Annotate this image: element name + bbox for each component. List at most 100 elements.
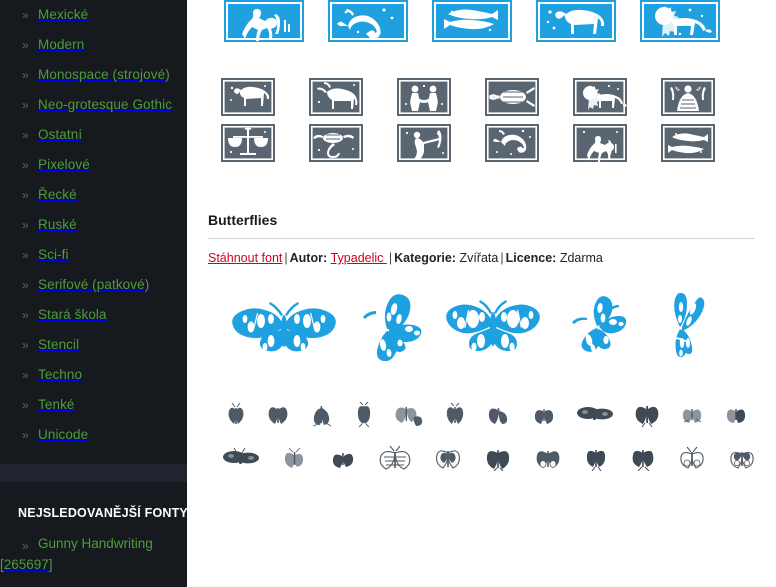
- zodiac-glyph-leo: [640, 0, 720, 42]
- sidebar-item-label: Mexické: [38, 7, 89, 22]
- meta-separator-3: |: [500, 251, 504, 265]
- butterflies-preview-small-row-1: [187, 401, 776, 427]
- meta-separator-1: |: [284, 251, 288, 265]
- butterflies-preview-small-row-2: [187, 445, 776, 471]
- sidebar-section-heading: NEJSLEDOVANĚJŠÍ FONTY: [18, 506, 187, 520]
- sidebar-item-monospace[interactable]: » Monospace (strojové): [0, 60, 187, 90]
- font-entry-title: Butterflies: [208, 212, 278, 228]
- butterfly-glyph-large-4: [559, 296, 635, 360]
- chevron-double-right-icon: »: [22, 338, 29, 352]
- sidebar-most-watched-section: NEJSLEDOVANĚJŠÍ FONTY » Gunny Handwritin…: [0, 502, 187, 575]
- butterfly-small-glyph-10: [635, 406, 659, 427]
- chevron-double-right-icon: »: [22, 308, 29, 322]
- sidebar-item-tenke[interactable]: » Tenké: [0, 390, 187, 420]
- sidebar-item-label: Sci-fi: [38, 247, 69, 262]
- butterfly-small-glyph-16: [379, 445, 411, 470]
- butterfly-small-glyph-18: [486, 450, 510, 471]
- butterfly-small-glyph-8: [534, 409, 554, 424]
- zodiac-glyph-capricorn: [328, 0, 408, 42]
- chevron-double-right-icon: »: [22, 248, 29, 262]
- butterfly-small-glyph-23: [730, 451, 754, 469]
- zodiac-small-glyph-capricorn: [485, 124, 539, 162]
- sidebar-item-neo-grotesque-gothic[interactable]: » Neo-grotesque Gothic: [0, 90, 187, 120]
- author-label: Autor:: [289, 251, 328, 265]
- zodiac-small-glyph-sagittarius: [397, 124, 451, 162]
- butterfly-small-glyph-21: [632, 450, 654, 471]
- sidebar-item-mexicke[interactable]: » Mexické: [0, 0, 187, 30]
- butterfly-glyph-large-5: [651, 293, 711, 363]
- main-content: Butterflies Stáhnout font | Autor: Typadel…: [187, 0, 776, 587]
- sidebar-item-label: Serifové (patkové): [38, 277, 150, 292]
- butterfly-glyph-large-3: [443, 297, 543, 359]
- zodiac-small-glyph-leo: [573, 78, 627, 116]
- sidebar-item-serifove[interactable]: » Serifové (patkové): [0, 270, 187, 300]
- category-label: Kategorie:: [394, 251, 456, 265]
- sidebar-most-watched-item-gunny-handwriting[interactable]: » Gunny Handwriting [265697]: [0, 536, 153, 572]
- sidebar-item-modern[interactable]: » Modern: [0, 30, 187, 60]
- license-value: Zdarma: [559, 251, 603, 265]
- zodiac-small-glyph-libra: [221, 124, 275, 162]
- sidebar-item-techno[interactable]: » Techno: [0, 360, 187, 390]
- chevron-double-right-icon: »: [22, 428, 29, 442]
- sidebar-item-ostatni[interactable]: » Ostatní: [0, 120, 187, 150]
- sidebar-item-recke[interactable]: » Řecké: [0, 180, 187, 210]
- butterfly-small-glyph-14: [284, 447, 304, 468]
- butterfly-small-glyph-6: [446, 402, 464, 424]
- sidebar-item-label: Tenké: [38, 397, 75, 412]
- butterfly-small-glyph-13: [223, 448, 259, 464]
- sidebar-item-label: Stencil: [38, 337, 80, 352]
- zodiac-small-glyph-gemini: [397, 78, 451, 116]
- chevron-double-right-icon: »: [22, 368, 29, 382]
- sidebar-item-pixelove[interactable]: » Pixelové: [0, 150, 187, 180]
- sidebar-item-sci-fi[interactable]: » Sci-fi: [0, 240, 187, 270]
- butterfly-small-glyph-19: [536, 451, 560, 468]
- butterfly-small-glyph-2: [268, 407, 288, 424]
- author-link[interactable]: Typadelic: [331, 251, 387, 265]
- butterfly-glyph-large-2: [353, 293, 427, 363]
- butterfly-small-glyph-5: [395, 407, 423, 426]
- sidebar-item-stencil[interactable]: » Stencil: [0, 330, 187, 360]
- font-entry-butterflies: Butterflies Stáhnout font | Autor: Typadel…: [187, 212, 776, 471]
- sidebar-item-ruske[interactable]: » Ruské: [0, 210, 187, 240]
- zodiac-small-glyph-cancer: [485, 78, 539, 116]
- butterfly-small-glyph-9: [577, 407, 613, 420]
- zodiac-small-glyph-taurus: [309, 78, 363, 116]
- zodiac-glyph-aries: [536, 0, 616, 42]
- license-label: Licence:: [505, 251, 557, 265]
- download-font-link[interactable]: Stáhnout font: [208, 251, 282, 265]
- sidebar: » Mexické » Modern » Monospace (strojové…: [0, 0, 187, 587]
- zodiac-preview-small-grid: [187, 42, 776, 162]
- butterfly-small-glyph-20: [586, 450, 606, 471]
- zodiac-glyph-pisces: [432, 0, 512, 42]
- font-entry-meta: Stáhnout font | Autor: Typadelic | Kategori…: [187, 239, 776, 265]
- sidebar-item-label: Pixelové: [38, 157, 90, 172]
- chevron-double-right-icon: »: [22, 218, 29, 232]
- butterfly-small-glyph-11: [682, 409, 702, 423]
- chevron-double-right-icon: »: [22, 98, 29, 112]
- chevron-double-right-icon: »: [22, 188, 29, 202]
- sidebar-item-stara-skola[interactable]: » Stará škola: [0, 300, 187, 330]
- butterfly-small-glyph-1: [228, 402, 244, 424]
- page-root: » Mexické » Modern » Monospace (strojové…: [0, 0, 776, 587]
- butterfly-small-glyph-3: [312, 406, 332, 427]
- zodiac-glyph-aquarius: [224, 0, 304, 42]
- chevron-double-right-icon: »: [22, 398, 29, 412]
- zodiac-small-glyph-scorpio: [309, 124, 363, 162]
- zodiac-small-glyph-aries: [221, 78, 275, 116]
- sidebar-item-label: Techno: [38, 367, 83, 382]
- butterfly-small-glyph-4: [357, 401, 371, 427]
- chevron-double-right-icon: »: [22, 8, 29, 22]
- butterfly-small-glyph-17: [436, 450, 460, 469]
- chevron-double-right-icon: »: [22, 128, 29, 142]
- butterfly-glyph-large-1: [231, 297, 337, 359]
- butterfly-small-glyph-12: [726, 409, 746, 423]
- butterflies-preview-large-row: [187, 293, 776, 363]
- category-value: Zvířata: [459, 251, 499, 265]
- sidebar-item-label: Ruské: [38, 217, 77, 232]
- sidebar-item-unicode[interactable]: » Unicode: [0, 420, 187, 450]
- zodiac-small-glyph-pisces: [661, 124, 715, 162]
- zodiac-small-glyph-virgo: [661, 78, 715, 116]
- zodiac-small-glyph-aquarius: [573, 124, 627, 162]
